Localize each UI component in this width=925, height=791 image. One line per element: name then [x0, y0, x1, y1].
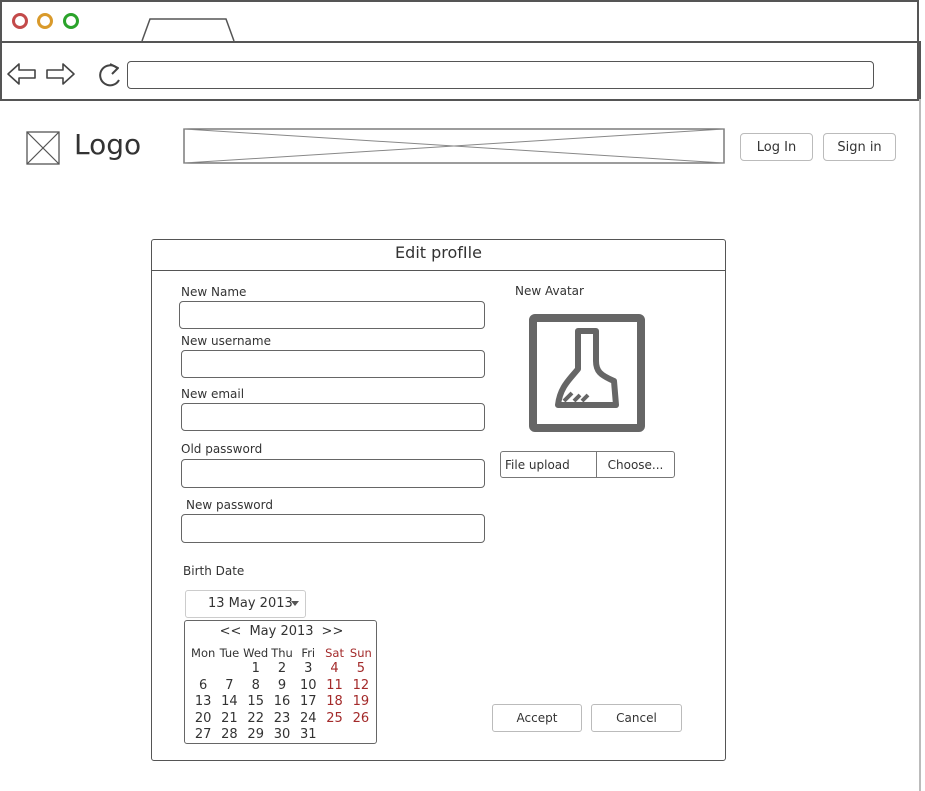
login-button[interactable]: Log In: [740, 133, 813, 161]
weekday-mon: Mon: [191, 646, 216, 660]
logo-image-icon: [26, 131, 60, 165]
calendar-day[interactable]: 25: [321, 711, 347, 728]
calendar-day[interactable]: 16: [269, 694, 295, 711]
signin-button[interactable]: Sign in: [823, 133, 896, 161]
calendar-empty-cell: [216, 661, 242, 678]
calendar-day[interactable]: 2: [269, 661, 295, 678]
calendar-day[interactable]: 5: [348, 661, 374, 678]
browser-tab[interactable]: [140, 17, 240, 43]
back-arrow-icon[interactable]: [6, 61, 38, 87]
calendar-day[interactable]: 22: [243, 711, 269, 728]
maximize-window-dot[interactable]: [63, 13, 79, 29]
weekday-thu: Thu: [271, 646, 293, 660]
file-upload-label: File upload: [501, 452, 597, 477]
calendar-day[interactable]: 27: [190, 727, 216, 744]
new-password-input[interactable]: [181, 514, 485, 543]
old-password-input[interactable]: [181, 459, 485, 488]
calendar-day[interactable]: 19: [348, 694, 374, 711]
calendar-day[interactable]: 17: [295, 694, 321, 711]
weekday-wed: Wed: [243, 646, 269, 660]
new-username-label: New username: [181, 334, 271, 348]
calendar-day[interactable]: 10: [295, 678, 321, 695]
minimize-window-dot[interactable]: [37, 13, 53, 29]
file-upload-control: File upload Choose...: [500, 451, 675, 478]
calendar-day[interactable]: 7: [216, 678, 242, 695]
birth-date-select[interactable]: 13 May 2013: [185, 590, 306, 618]
address-bar[interactable]: [127, 61, 874, 89]
calendar-day[interactable]: 31: [295, 727, 321, 744]
calendar-month-label: May 2013: [249, 624, 314, 639]
calendar-day[interactable]: 11: [321, 678, 347, 695]
calendar-days-grid: 1 2 3 4 5 6 7 8 9 10 11 12 13 14 15 16 17 18 19 20 21 22 23 24 2…: [190, 661, 374, 744]
calendar-day[interactable]: 14: [216, 694, 242, 711]
weekday-fri: Fri: [301, 646, 316, 660]
logo-text: Logo: [74, 128, 142, 161]
calendar-day[interactable]: 9: [269, 678, 295, 695]
choose-file-button[interactable]: Choose...: [597, 452, 674, 477]
close-window-dot[interactable]: [12, 13, 28, 29]
calendar-header: << May 2013 >>: [185, 624, 378, 639]
old-password-label: Old password: [181, 442, 263, 456]
calendar-day[interactable]: 24: [295, 711, 321, 728]
weekday-sat: Sat: [325, 646, 344, 660]
reload-icon[interactable]: [96, 60, 126, 90]
weekday-sun: Sun: [349, 646, 372, 660]
dialog-title: Edit profIle: [395, 243, 482, 262]
calendar-empty-cell: [190, 661, 216, 678]
calendar-day[interactable]: 21: [216, 711, 242, 728]
calendar-prev-button[interactable]: <<: [220, 624, 242, 639]
new-email-label: New email: [181, 387, 245, 401]
calendar-day[interactable]: 30: [269, 727, 295, 744]
calendar-empty-cell: [321, 727, 347, 744]
calendar-day[interactable]: 18: [321, 694, 347, 711]
calendar-next-button[interactable]: >>: [322, 624, 344, 639]
calendar-popup: << May 2013 >> Mon Tue Wed Thu Fri Sat S…: [184, 620, 377, 744]
chevron-down-icon: [291, 601, 299, 606]
new-name-input[interactable]: [179, 301, 485, 329]
calendar-weekday-row: Mon Tue Wed Thu Fri Sat Sun: [190, 646, 374, 660]
calendar-day[interactable]: 1: [243, 661, 269, 678]
calendar-day[interactable]: 12: [348, 678, 374, 695]
cancel-button[interactable]: Cancel: [591, 704, 682, 732]
search-banner-placeholder: [183, 128, 725, 164]
calendar-day[interactable]: 26: [348, 711, 374, 728]
new-username-input[interactable]: [181, 350, 485, 378]
calendar-day[interactable]: 8: [243, 678, 269, 695]
calendar-day[interactable]: 29: [243, 727, 269, 744]
new-email-input[interactable]: [181, 403, 485, 431]
calendar-day[interactable]: 23: [269, 711, 295, 728]
forward-arrow-icon[interactable]: [44, 61, 76, 87]
accept-button[interactable]: Accept: [492, 704, 582, 732]
calendar-day[interactable]: 15: [243, 694, 269, 711]
calendar-day[interactable]: 20: [190, 711, 216, 728]
calendar-day[interactable]: 13: [190, 694, 216, 711]
calendar-day[interactable]: 28: [216, 727, 242, 744]
calendar-day[interactable]: 6: [190, 678, 216, 695]
new-avatar-label: New Avatar: [515, 284, 584, 298]
weekday-tue: Tue: [219, 646, 240, 660]
new-password-label: New password: [186, 498, 273, 512]
avatar-placeholder-icon: [529, 314, 645, 432]
new-name-label: New Name: [181, 285, 247, 299]
calendar-day[interactable]: 3: [295, 661, 321, 678]
page-right-edge: [919, 99, 921, 791]
calendar-day[interactable]: 4: [321, 661, 347, 678]
dialog-title-divider: [152, 270, 725, 271]
birth-date-value: 13 May 2013: [208, 596, 293, 611]
calendar-empty-cell: [348, 727, 374, 744]
birth-date-label: Birth Date: [183, 564, 245, 578]
